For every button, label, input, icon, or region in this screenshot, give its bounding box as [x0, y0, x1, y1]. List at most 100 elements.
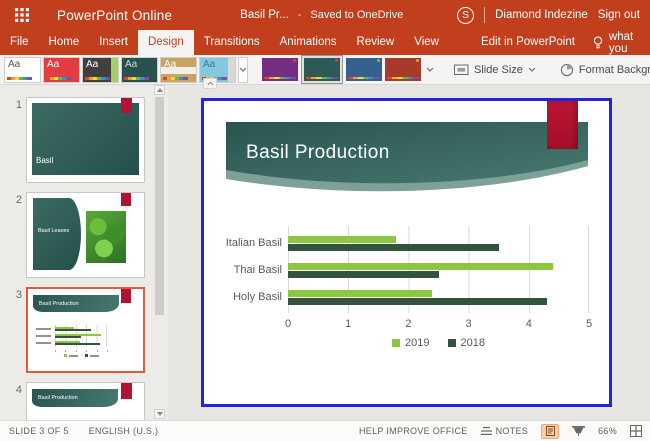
notes-label: NOTES	[496, 426, 529, 436]
theme-color-dots	[124, 77, 149, 80]
tab-file[interactable]: File	[0, 30, 39, 55]
themes-dropdown-button[interactable]	[238, 57, 248, 83]
editing-canvas[interactable]: Basil Production Italian BasilThai Basil…	[168, 85, 650, 420]
editing-view-button-active[interactable]	[541, 424, 559, 439]
tab-design[interactable]: Design	[138, 30, 194, 55]
thumb-category-label	[36, 335, 51, 337]
format-background-icon	[560, 63, 574, 77]
chart-plot-area[interactable]	[288, 226, 589, 313]
document-title[interactable]: Basil Pr...	[240, 9, 289, 21]
theme-office-theme[interactable]: Aa	[4, 57, 41, 83]
theme-charcoal-green-theme[interactable]: Aa	[82, 57, 119, 83]
editing-view-icon	[546, 426, 555, 436]
slide-thumbnail-panel: 1 Basil 2 Basil Leaves 3	[0, 85, 168, 420]
theme-color-dots	[46, 77, 71, 80]
variant-gallery	[262, 55, 421, 84]
legend-item-2019: 2019	[392, 337, 429, 349]
legend-label-blob	[90, 355, 99, 357]
scroll-down-button[interactable]	[154, 409, 165, 419]
app-name[interactable]: PowerPoint Online	[57, 8, 172, 23]
bar-2018-2	[288, 298, 547, 305]
thumb-category-label	[36, 328, 51, 330]
legend-swatch	[448, 339, 456, 347]
thumb-category-label	[36, 342, 51, 344]
slide-3-editing-surface[interactable]: Basil Production Italian BasilThai Basil…	[204, 101, 609, 404]
variant-teal-variant[interactable]	[304, 58, 340, 81]
status-left-group: SLIDE 3 OF 5 ENGLISH (U.S.)	[0, 426, 158, 436]
chart-plot-area	[55, 325, 107, 347]
collapse-ribbon-button[interactable]	[203, 78, 217, 89]
x-axis-tick: 2	[396, 318, 420, 330]
variants-dropdown-button[interactable]	[426, 67, 434, 72]
tell-me-box[interactable]: Tell me what you want to do	[585, 30, 650, 55]
skype-icon[interactable]: S	[457, 7, 474, 24]
slide-size-icon	[454, 64, 469, 76]
variant-purple-variant[interactable]	[262, 58, 298, 81]
tab-animations[interactable]: Animations	[270, 30, 347, 55]
help-improve-office-link[interactable]: HELP IMPROVE OFFICE	[359, 426, 468, 436]
notes-button[interactable]: NOTES	[481, 426, 529, 436]
tab-insert[interactable]: Insert	[89, 30, 138, 55]
chart-legend	[55, 354, 107, 357]
sign-out-link[interactable]: Sign out	[598, 9, 640, 21]
topbar-right-group: S Diamond Indezine Sign out	[457, 7, 650, 24]
legend-swatch	[392, 339, 400, 347]
theme-wood-theme[interactable]: Aa	[160, 57, 197, 83]
thumbnail-scrollbar[interactable]	[154, 85, 165, 420]
save-status[interactable]: Saved to OneDrive	[310, 9, 403, 21]
zoom-level[interactable]: 66%	[598, 426, 617, 436]
thumb2-teal-panel: Basil Leaves	[33, 198, 81, 270]
language-indicator[interactable]: ENGLISH (U.S.)	[89, 426, 159, 436]
variant-red-variant[interactable]	[385, 58, 421, 81]
title-separator: -	[298, 9, 302, 21]
bar-2018-2	[55, 343, 100, 345]
legend-label: 2019	[405, 337, 429, 349]
app-launcher-icon[interactable]	[15, 8, 29, 22]
notes-icon	[481, 427, 492, 436]
red-ribbon-accent[interactable]	[547, 101, 578, 149]
x-axis-tick: 0	[276, 318, 300, 330]
variant-color-dots	[348, 77, 380, 79]
topbar: PowerPoint Online Basil Pr... - Saved to…	[0, 0, 650, 30]
theme-color-dots	[163, 77, 188, 80]
slide-thumbnail-4[interactable]: Basil Production	[26, 382, 145, 420]
tab-review[interactable]: Review	[347, 30, 405, 55]
format-background-button[interactable]: Format Background	[556, 63, 650, 77]
slideshow-view-button[interactable]	[572, 426, 585, 437]
theme-red-theme[interactable]: Aa	[43, 57, 80, 83]
variant-corner-dot	[293, 59, 296, 62]
scrollbar-thumb[interactable]	[155, 97, 164, 315]
chevron-down-icon	[528, 67, 536, 72]
tab-home[interactable]: Home	[39, 30, 90, 55]
thumb-axis-tick	[107, 350, 108, 352]
user-name[interactable]: Diamond Indezine	[495, 9, 588, 21]
slide-thumbnail-1[interactable]: Basil	[26, 97, 145, 183]
topbar-divider	[484, 7, 485, 23]
status-right-group: HELP IMPROVE OFFICE NOTES 66%	[359, 424, 650, 439]
edit-in-powerpoint-button[interactable]: Edit in PowerPoint	[471, 30, 585, 55]
theme-gallery: AaAaAaAaAaAa	[4, 57, 236, 83]
thumb2-red-ribbon	[121, 193, 131, 206]
theme-aa-label: Aa	[164, 59, 176, 70]
bar-2018-1	[55, 336, 81, 338]
slide-thumbnail-3-selected[interactable]: Basil Production	[26, 287, 145, 373]
fit-to-window-button[interactable]	[630, 425, 642, 437]
slide-title-placeholder[interactable]: Basil Production	[246, 142, 390, 164]
tab-view[interactable]: View	[404, 30, 449, 55]
theme-dark-teal-theme[interactable]: Aa	[121, 57, 158, 83]
legend-item-2018	[85, 354, 99, 357]
variant-blue-variant[interactable]	[346, 58, 382, 81]
bar-2018-0	[55, 329, 91, 331]
theme-aa-label: Aa	[86, 59, 98, 70]
powerpoint-online-app: PowerPoint Online Basil Pr... - Saved to…	[0, 0, 650, 441]
thumbnail-row-1: 1 Basil	[10, 97, 168, 183]
slide-size-button[interactable]: Slide Size	[450, 64, 540, 76]
variant-color-dots	[387, 77, 419, 79]
legend-item-2018: 2018	[448, 337, 485, 349]
scroll-up-button[interactable]	[154, 85, 165, 95]
bar-chart-object[interactable]: Italian BasilThai BasilHoly Basil0123452…	[204, 226, 609, 361]
theme-aa-label: Aa	[8, 59, 20, 70]
tab-transitions[interactable]: Transitions	[194, 30, 270, 55]
theme-color-dots	[85, 77, 110, 80]
slide-thumbnail-2[interactable]: Basil Leaves	[26, 192, 145, 278]
